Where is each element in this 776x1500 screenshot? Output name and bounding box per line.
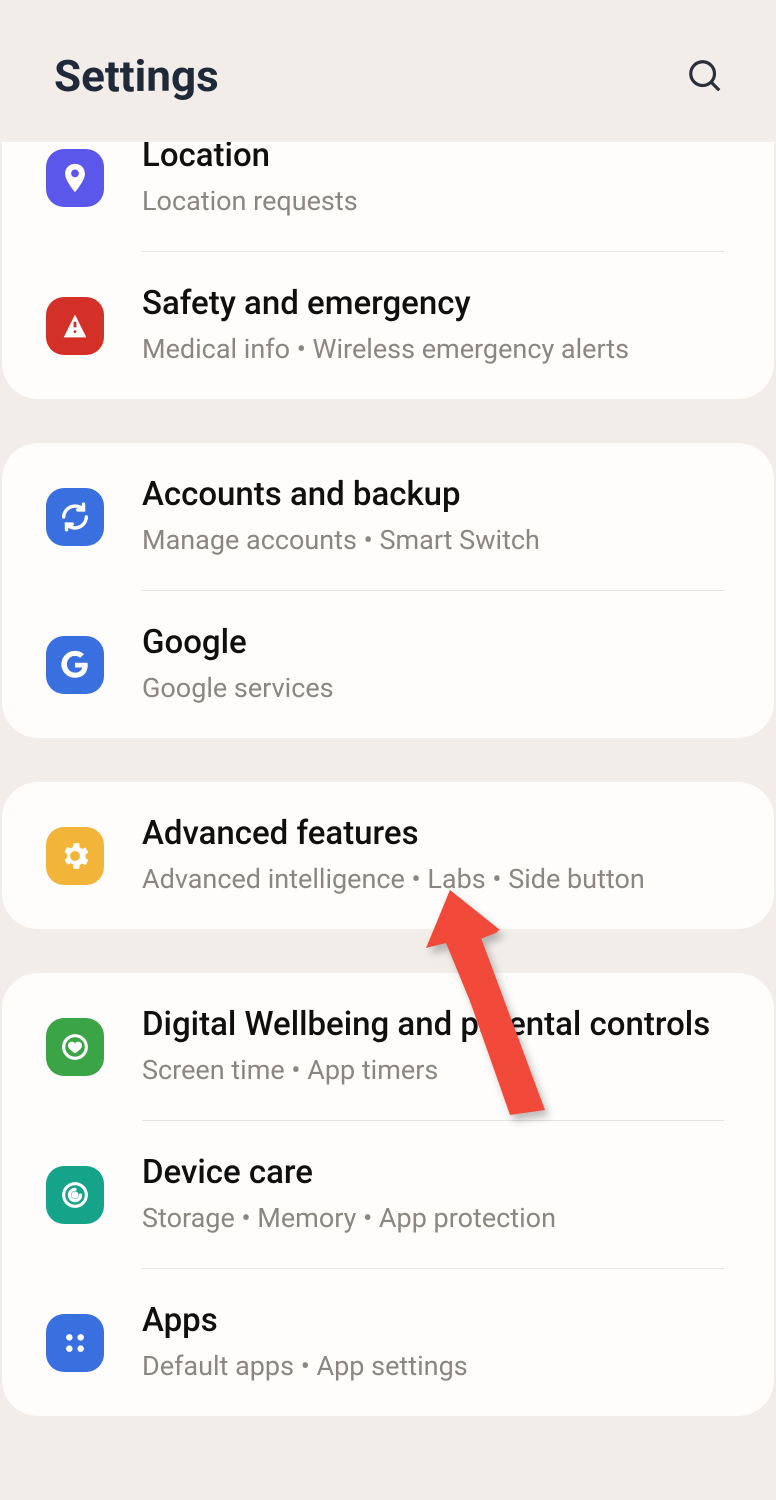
advanced-features-icon [46, 827, 104, 885]
device-care-icon [46, 1166, 104, 1224]
item-text: Accounts and backup Manage accounts • Sm… [142, 473, 730, 560]
item-subtitle: Default apps • App settings [142, 1346, 730, 1387]
settings-item-device-care[interactable]: Device care Storage • Memory • App prote… [2, 1121, 774, 1268]
item-title: Safety and emergency [142, 282, 730, 327]
item-text: Device care Storage • Memory • App prote… [142, 1151, 730, 1238]
settings-group: Advanced features Advanced intelligence … [2, 782, 774, 929]
settings-item-google[interactable]: Google Google services [2, 591, 774, 738]
settings-group: Location Location requests Safety and em… [2, 142, 774, 399]
settings-item-accounts[interactable]: Accounts and backup Manage accounts • Sm… [2, 443, 774, 590]
settings-group: Accounts and backup Manage accounts • Sm… [2, 443, 774, 738]
settings-item-location[interactable]: Location Location requests [2, 142, 774, 251]
digital-wellbeing-icon [46, 1018, 104, 1076]
item-subtitle: Manage accounts • Smart Switch [142, 520, 730, 561]
item-subtitle: Advanced intelligence • Labs • Side butt… [142, 859, 730, 900]
item-title: Location [142, 142, 730, 179]
accounts-backup-icon [46, 488, 104, 546]
item-text: Advanced features Advanced intelligence … [142, 812, 730, 899]
settings-item-safety[interactable]: Safety and emergency Medical info • Wire… [2, 252, 774, 399]
item-text: Digital Wellbeing and parental controls … [142, 1003, 730, 1090]
settings-item-apps[interactable]: Apps Default apps • App settings [2, 1269, 774, 1416]
item-title: Accounts and backup [142, 473, 730, 518]
settings-group: Digital Wellbeing and parental controls … [2, 973, 774, 1416]
item-subtitle: Storage • Memory • App protection [142, 1198, 730, 1239]
location-icon [46, 149, 104, 207]
page-title: Settings [54, 50, 219, 102]
item-title: Google [142, 621, 730, 666]
safety-icon [46, 297, 104, 355]
apps-icon [46, 1314, 104, 1372]
item-subtitle: Screen time • App timers [142, 1050, 730, 1091]
item-text: Apps Default apps • App settings [142, 1299, 730, 1386]
settings-item-digital-wellbeing[interactable]: Digital Wellbeing and parental controls … [2, 973, 774, 1120]
item-subtitle: Location requests [142, 181, 730, 222]
item-subtitle: Google services [142, 668, 730, 709]
item-title: Advanced features [142, 812, 730, 857]
header: Settings [0, 0, 776, 142]
search-icon [686, 57, 724, 95]
item-text: Google Google services [142, 621, 730, 708]
google-icon [46, 636, 104, 694]
search-button[interactable] [684, 55, 726, 97]
item-text: Location Location requests [142, 142, 730, 221]
item-text: Safety and emergency Medical info • Wire… [142, 282, 730, 369]
item-title: Digital Wellbeing and parental controls [142, 1003, 730, 1048]
item-title: Device care [142, 1151, 730, 1196]
item-title: Apps [142, 1299, 730, 1344]
settings-item-advanced-features[interactable]: Advanced features Advanced intelligence … [2, 782, 774, 929]
item-subtitle: Medical info • Wireless emergency alerts [142, 329, 730, 370]
